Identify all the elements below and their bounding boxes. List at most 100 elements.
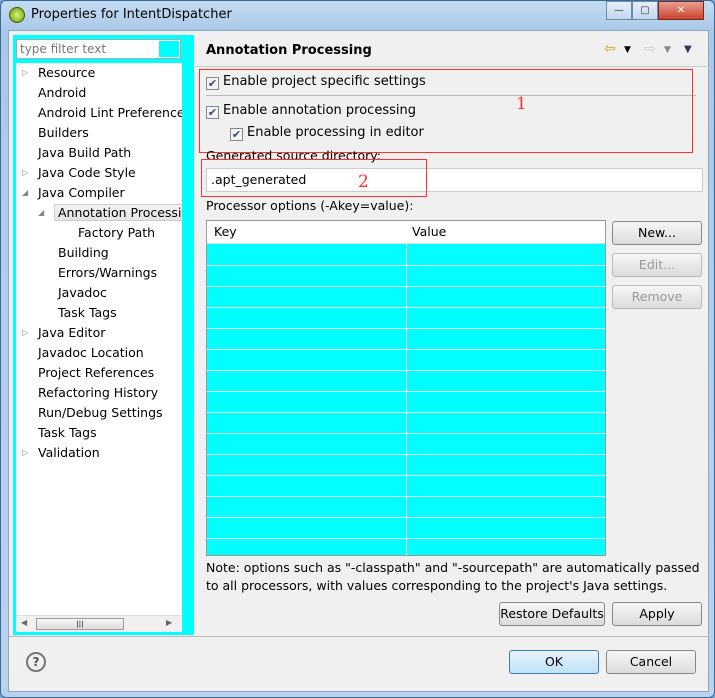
tree-item[interactable]: Builders: [38, 123, 89, 143]
restore-defaults-button[interactable]: Restore Defaults: [499, 602, 605, 626]
table-row-line: [207, 349, 605, 350]
expanded-arrow-icon[interactable]: ◢: [22, 183, 28, 203]
header-divider: [196, 66, 709, 67]
view-menu-icon[interactable]: ▼: [684, 44, 692, 55]
tree-item[interactable]: Javadoc Location: [38, 343, 144, 363]
title-bar: Properties for IntentDispatcher — ▢ ✕: [1, 1, 714, 29]
table-row-line: [207, 475, 605, 476]
tree-item-label: Refactoring History: [38, 385, 159, 400]
tree-item-label: Javadoc: [58, 285, 107, 300]
main-panel: Annotation Processing ⇦ ▼ ⇨ ▼ ▼ ✔ Enable …: [196, 31, 709, 635]
processor-options-table[interactable]: Key Value: [206, 220, 606, 556]
tree-item[interactable]: Run/Debug Settings: [38, 403, 163, 423]
tree-item[interactable]: ▷ Resource: [22, 63, 95, 83]
tree-item[interactable]: Errors/Warnings: [58, 263, 157, 283]
forward-arrow-icon[interactable]: ⇨: [644, 41, 656, 57]
tree-item-label: Project References: [38, 365, 155, 380]
horizontal-scrollbar[interactable]: ◀ ||| ▶: [16, 615, 182, 632]
minimize-button[interactable]: —: [606, 1, 632, 20]
back-arrow-icon[interactable]: ⇦: [604, 41, 616, 57]
tree-item[interactable]: Task Tags: [38, 423, 97, 443]
tree-item-label: Java Code Style: [38, 165, 136, 180]
collapsed-arrow-icon[interactable]: ▷: [22, 63, 28, 83]
tree-item[interactable]: Building: [58, 243, 109, 263]
note-text: Note: options such as "-classpath" and "…: [206, 560, 700, 593]
tree-item[interactable]: ▷ Validation: [22, 443, 100, 463]
column-divider: [406, 221, 407, 555]
forward-menu-chevron-icon[interactable]: ▼: [664, 45, 671, 55]
table-row-line: [207, 496, 605, 497]
tree-item-label: Building: [58, 245, 109, 260]
table-row-line: [207, 307, 605, 308]
table-row-line: [207, 412, 605, 413]
maximize-button[interactable]: ▢: [632, 1, 658, 20]
tree-item-label: Errors/Warnings: [58, 265, 158, 280]
tree-item[interactable]: Refactoring History: [38, 383, 158, 403]
tree-item-label: Run/Debug Settings: [38, 405, 163, 420]
tree-item[interactable]: ◢ Annotation Processing: [38, 203, 182, 223]
annotation-label-1: 1: [516, 94, 527, 114]
tree-item-label: Annotation Processing: [54, 204, 182, 221]
sidebar: type filter text ▷ Resource Android Android…: [13, 35, 194, 635]
back-menu-chevron-icon[interactable]: ▼: [624, 45, 631, 55]
table-row-line: [207, 286, 605, 287]
annotation-box-1: [199, 69, 693, 153]
scroll-thumb[interactable]: |||: [36, 618, 124, 630]
tree-item[interactable]: Android Lint Preferences: [38, 103, 182, 123]
preferences-tree: ▷ Resource Android Android Lint Preferences…: [16, 63, 182, 623]
footer-divider: [9, 636, 710, 637]
table-row-line: [207, 328, 605, 329]
tree-item[interactable]: Javadoc: [58, 283, 107, 303]
scroll-right-icon[interactable]: ▶: [166, 618, 172, 627]
window-title: Properties for IntentDispatcher: [31, 7, 232, 22]
table-row-line: [207, 538, 605, 539]
expanded-arrow-icon[interactable]: ◢: [38, 203, 44, 223]
properties-dialog: Properties for IntentDispatcher — ▢ ✕ ty…: [0, 0, 715, 698]
tree-item[interactable]: Project References: [38, 363, 154, 383]
help-icon[interactable]: ?: [26, 652, 46, 672]
scroll-left-icon[interactable]: ◀: [21, 618, 27, 627]
tree-item[interactable]: ▷ Java Editor: [22, 323, 106, 343]
tree-item-label: Builders: [38, 125, 89, 140]
annotation-box-2: [201, 159, 427, 197]
column-header-key[interactable]: Key: [214, 224, 237, 239]
tree-item[interactable]: Factory Path: [78, 223, 155, 243]
tree-item[interactable]: Task Tags: [58, 303, 117, 323]
table-row-line: [207, 454, 605, 455]
tree-item-label: Android Lint Preferences: [38, 105, 182, 120]
tree-item[interactable]: ▷ Java Code Style: [22, 163, 136, 183]
processor-options-label: Processor options (-Akey=value):: [206, 198, 414, 213]
collapsed-arrow-icon[interactable]: ▷: [22, 323, 28, 343]
table-row-line: [207, 433, 605, 434]
column-header-value[interactable]: Value: [412, 224, 446, 239]
new-button[interactable]: New...: [612, 221, 702, 245]
collapsed-arrow-icon[interactable]: ▷: [22, 443, 28, 463]
ok-button[interactable]: OK: [509, 650, 599, 674]
apply-button[interactable]: Apply: [612, 602, 702, 626]
remove-button[interactable]: Remove: [612, 285, 702, 309]
cancel-button[interactable]: Cancel: [606, 650, 696, 674]
annotation-label-2: 2: [358, 172, 369, 192]
tree-item-label: Factory Path: [78, 225, 156, 240]
tree-item-label: Task Tags: [38, 425, 97, 440]
tree-item[interactable]: Android: [38, 83, 86, 103]
clear-filter-button[interactable]: [159, 41, 179, 57]
close-button[interactable]: ✕: [658, 1, 704, 20]
collapsed-arrow-icon[interactable]: ▷: [22, 163, 28, 183]
table-row-line: [207, 517, 605, 518]
tree-item-label: Javadoc Location: [38, 345, 144, 360]
tree-item-label: Java Build Path: [38, 145, 132, 160]
tree-item-label: Validation: [38, 445, 100, 460]
tree-item[interactable]: ◢ Java Compiler: [22, 183, 125, 203]
filter-placeholder: type filter text: [20, 42, 107, 56]
tree-item[interactable]: Java Build Path: [38, 143, 131, 163]
tree-item-label: Java Compiler: [38, 185, 125, 200]
table-row-line: [207, 370, 605, 371]
table-header: Key Value: [207, 221, 605, 244]
filter-input[interactable]: type filter text: [16, 39, 181, 59]
tree-item-label: Android: [38, 85, 87, 100]
table-row-line: [207, 391, 605, 392]
page-title: Annotation Processing: [206, 43, 372, 58]
tree-item-label: Java Editor: [38, 325, 106, 340]
edit-button[interactable]: Edit...: [612, 253, 702, 277]
